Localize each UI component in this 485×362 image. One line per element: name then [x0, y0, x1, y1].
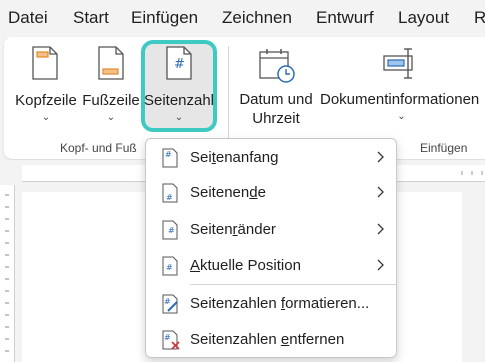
menu-item-format-page-numbers[interactable]: # Seitenzahlen formatieren... [146, 288, 396, 320]
menu-item-page-margins[interactable]: # Seitenränder [146, 214, 396, 246]
tab-datei[interactable]: Datei [8, 8, 48, 28]
menu-bar: Datei Start Einfügen Zeichnen Entwurf La… [0, 0, 485, 36]
header-label: Kopfzeile [15, 92, 77, 109]
date-time-label-line1: Datum und [239, 91, 313, 108]
doc-info-icon [382, 46, 418, 86]
doc-info-button[interactable]: Dokumentinformationen ⌄ [318, 40, 485, 132]
menu-item-label: Seitenränder [190, 221, 276, 238]
menu-item-label: Seitenzahlen formatieren... [190, 295, 370, 312]
chevron-right-icon [376, 182, 386, 207]
menu-item-remove-page-numbers[interactable]: # Seitenzahlen entfernen [146, 324, 396, 356]
chevron-right-icon [376, 255, 386, 280]
chevron-down-icon: ⌄ [397, 111, 406, 122]
footer-button[interactable]: Fußzeile ⌄ [80, 40, 142, 132]
remove-page-numbers-icon: # [162, 330, 182, 355]
menu-item-top-of-page[interactable]: # Seitenanfang [146, 142, 396, 174]
menu-item-label: Seitenzahlen entfernen [190, 331, 345, 348]
svg-text:#: # [164, 333, 171, 342]
header-button[interactable]: Kopfzeile ⌄ [12, 40, 80, 132]
menu-item-current-position[interactable]: # Aktuelle Position [146, 250, 396, 282]
page-number-label: Seitenzahl [143, 92, 215, 109]
group-label-insert: Einfügen [420, 141, 468, 155]
vertical-ruler[interactable] [0, 185, 15, 362]
menu-item-label: Aktuelle Position [190, 257, 301, 274]
header-icon [32, 46, 58, 84]
tab-layout[interactable]: Layout [398, 8, 449, 28]
group-label-header-footer: Kopf- und Fuß [60, 141, 137, 155]
footer-label: Fußzeile [82, 92, 140, 109]
menu-item-bottom-of-page[interactable]: # Seitenende [146, 177, 396, 209]
svg-text:#: # [168, 226, 175, 235]
tab-einfuegen[interactable]: Einfügen [131, 8, 198, 28]
format-page-numbers-icon: # [162, 294, 180, 319]
menu-item-label: Seitenanfang [190, 149, 279, 166]
footer-icon [98, 46, 124, 84]
doc-info-label: Dokumentinformationen [320, 91, 480, 108]
tab-entwurf[interactable]: Entwurf [316, 8, 374, 28]
svg-text:#: # [164, 297, 171, 306]
date-time-label-line2: Uhrzeit [252, 110, 300, 127]
menu-item-label: Seitenende [190, 184, 266, 201]
svg-text:#: # [174, 57, 185, 72]
menu-divider [190, 284, 396, 285]
page-number-current-position-icon: # [162, 256, 178, 281]
page-number-button[interactable]: # Seitenzahl ⌄ [143, 42, 215, 130]
page-number-bottom-icon: # [162, 183, 178, 208]
page-number-dropdown: # Seitenanfang # Seitenende # Seitenränd… [145, 138, 397, 358]
svg-text:#: # [166, 193, 173, 202]
page-number-top-icon: # [162, 148, 178, 173]
tab-start[interactable]: Start [73, 8, 109, 28]
tab-zeichnen[interactable]: Zeichnen [222, 8, 292, 28]
chevron-right-icon [376, 147, 386, 172]
svg-text:#: # [166, 263, 173, 272]
page-number-icon: # [166, 46, 192, 84]
chevron-right-icon [376, 219, 386, 244]
calendar-clock-icon [258, 48, 296, 88]
tab-overflow[interactable]: R [474, 8, 485, 28]
chevron-down-icon: ⌄ [106, 112, 116, 123]
svg-text:#: # [165, 150, 172, 159]
group-divider [228, 46, 229, 150]
chevron-down-icon: ⌄ [174, 112, 184, 123]
date-time-button[interactable]: Datum und Uhrzeit [236, 40, 316, 132]
page-number-margin-icon: # [162, 220, 178, 245]
chevron-down-icon: ⌄ [41, 112, 51, 123]
